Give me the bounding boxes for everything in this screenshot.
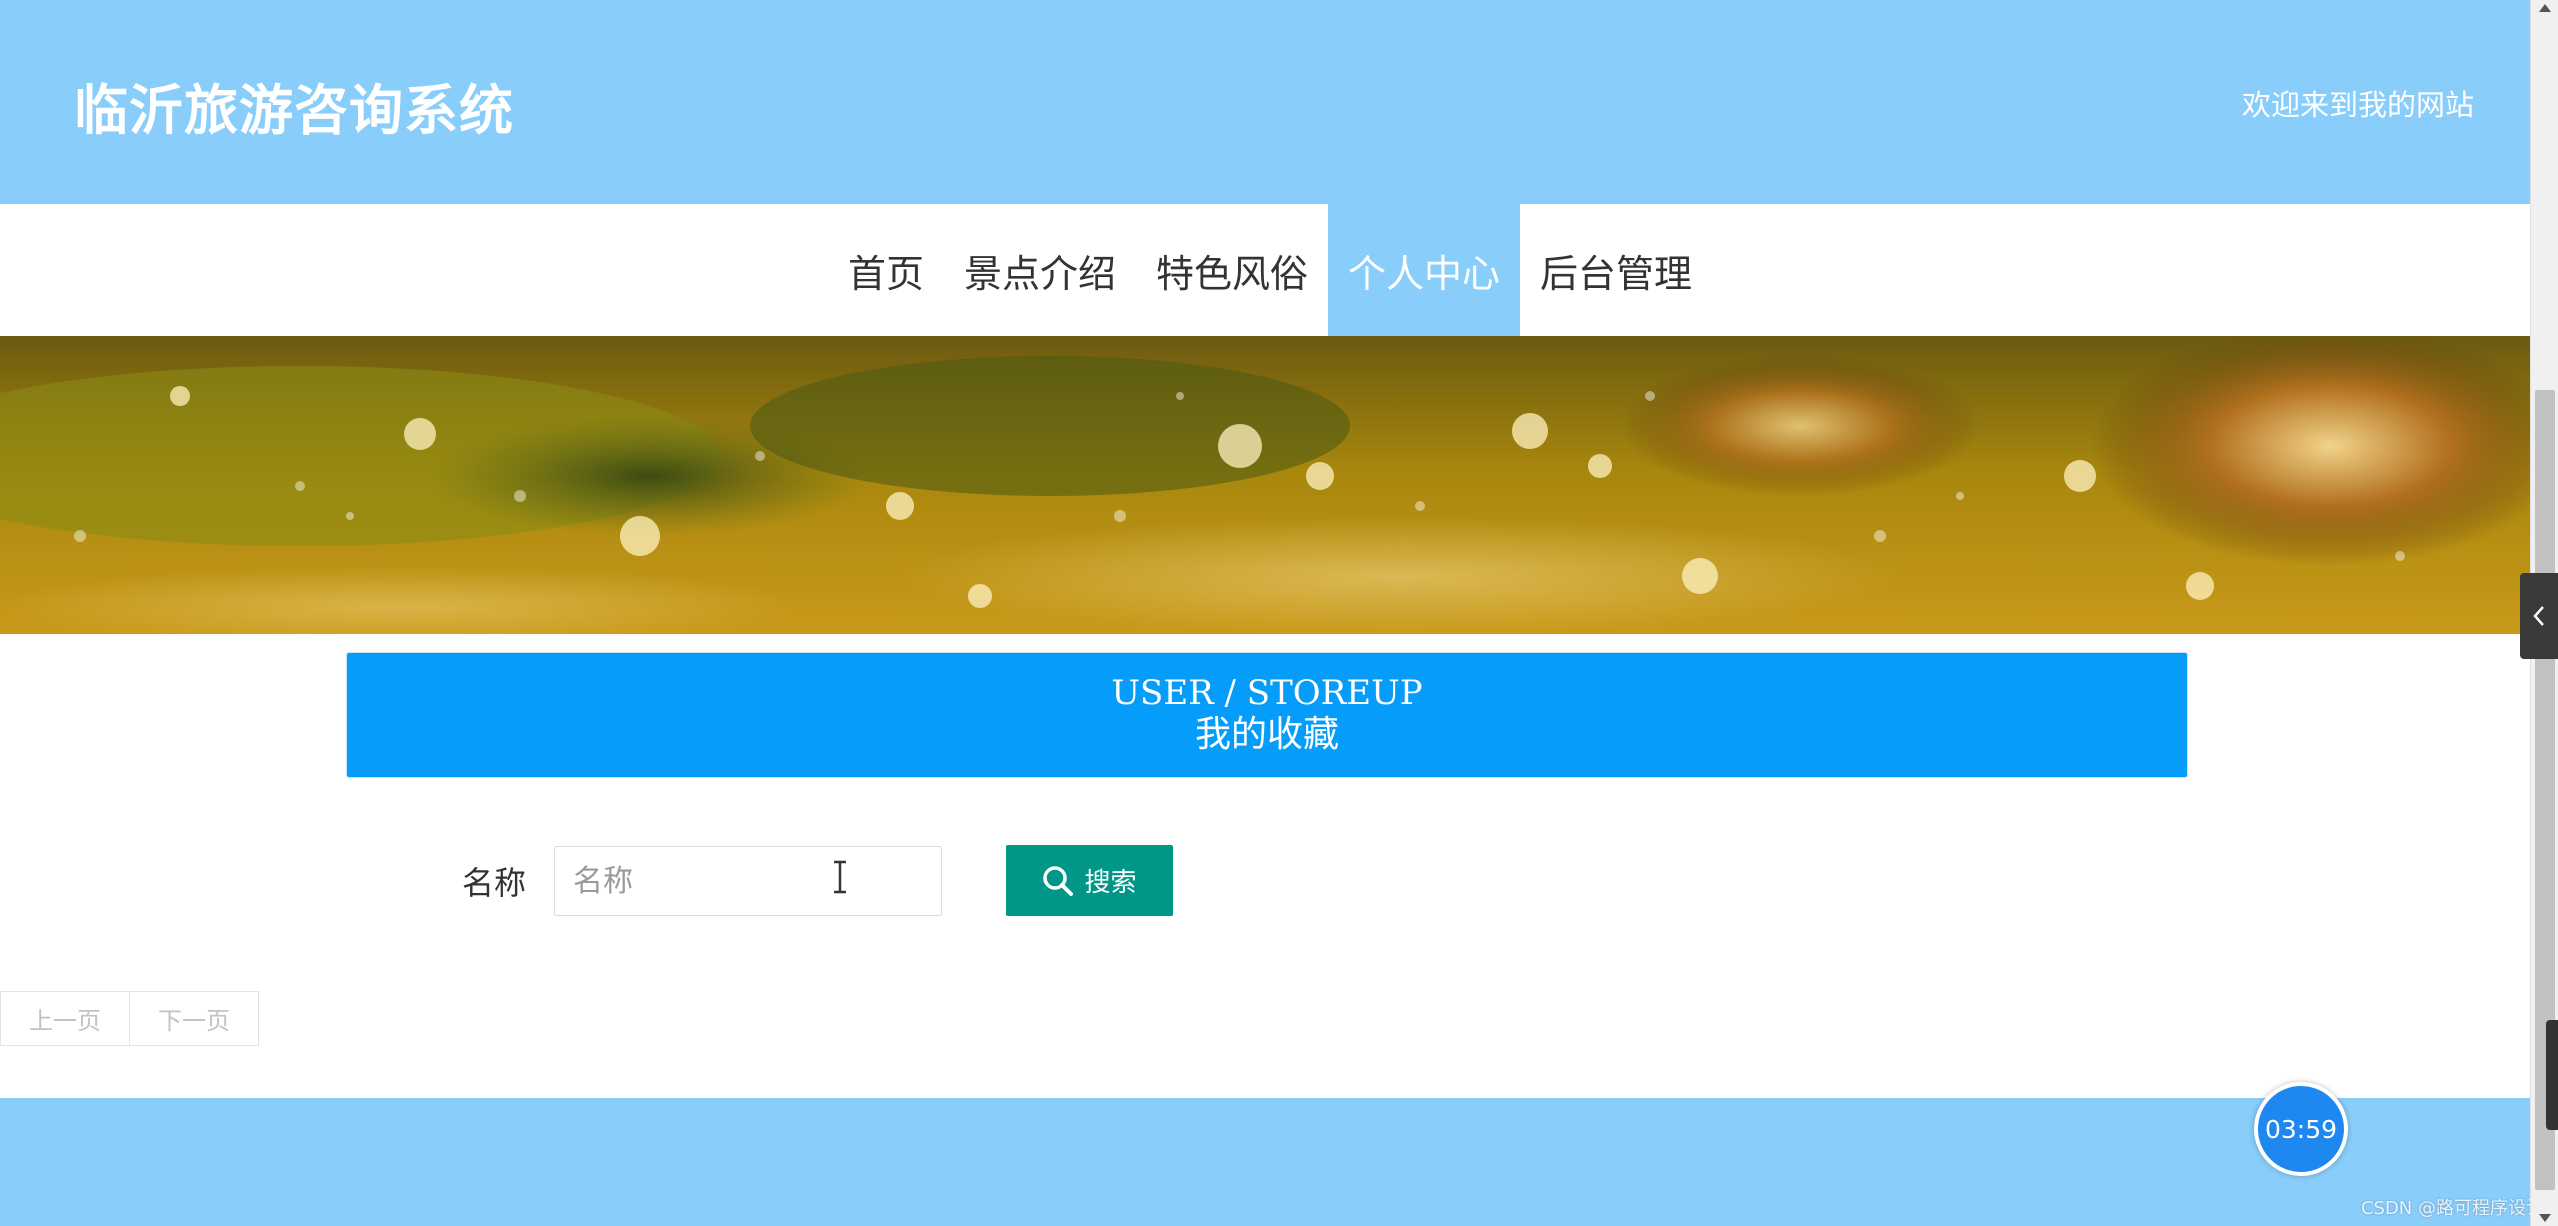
search-label: 名称 xyxy=(462,864,527,902)
nav-item-attractions[interactable]: 景点介绍 xyxy=(944,204,1136,336)
watermark: CSDN @路可程序设计 xyxy=(2360,1198,2544,1219)
header: 临沂旅游咨询系统 欢迎来到我的网站 xyxy=(0,0,2530,204)
section-title-box: USER / STOREUP 我的收藏 xyxy=(346,652,2188,778)
site-title: 临沂旅游咨询系统 xyxy=(74,79,514,142)
banner-carousel xyxy=(0,336,2530,634)
text-cursor-icon xyxy=(834,860,846,894)
nav-item-customs[interactable]: 特色风俗 xyxy=(1136,204,1328,336)
pagination: 上一页 下一页 xyxy=(0,991,259,1046)
prev-page-button[interactable]: 上一页 xyxy=(0,991,130,1046)
nav-item-home[interactable]: 首页 xyxy=(828,204,944,336)
chevron-left-icon xyxy=(2533,606,2544,626)
scroll-down-arrow-icon[interactable] xyxy=(2539,1214,2551,1222)
nav-item-admin[interactable]: 后台管理 xyxy=(1520,204,1712,336)
banner-image xyxy=(0,336,2530,634)
next-page-button[interactable]: 下一页 xyxy=(130,991,259,1046)
side-widget[interactable] xyxy=(2546,1020,2558,1130)
main-nav: 首页 景点介绍 特色风俗 个人中心 后台管理 xyxy=(0,204,2530,336)
search-input[interactable] xyxy=(554,846,942,916)
search-icon xyxy=(1043,865,1074,896)
scroll-up-arrow-icon[interactable] xyxy=(2539,4,2551,12)
timer-badge[interactable]: 03:59 xyxy=(2254,1082,2348,1176)
side-panel-toggle[interactable] xyxy=(2520,573,2558,659)
welcome-text: 欢迎来到我的网站 xyxy=(2241,88,2474,122)
section-title-cn: 我的收藏 xyxy=(1194,714,1339,755)
nav-item-personal-center[interactable]: 个人中心 xyxy=(1328,204,1521,336)
search-button[interactable]: 搜索 xyxy=(1006,845,1173,916)
section-title-en: USER / STOREUP xyxy=(1111,673,1423,713)
footer xyxy=(0,1098,2530,1226)
search-button-label: 搜索 xyxy=(1084,868,1137,898)
